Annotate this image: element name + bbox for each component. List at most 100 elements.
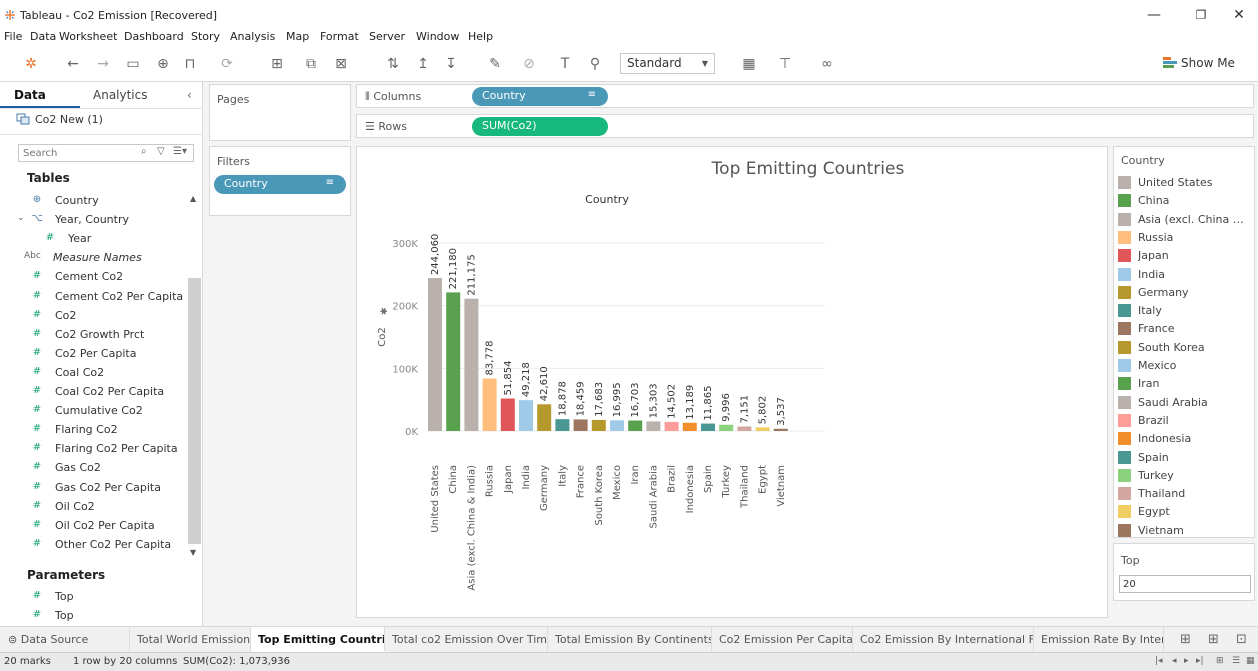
menu-map[interactable]: Map — [286, 30, 309, 43]
field-item[interactable]: # Other Co2 Per Capita — [0, 535, 200, 554]
legend-item[interactable]: Indonesia — [1118, 430, 1254, 448]
bar[interactable] — [719, 424, 734, 431]
legend-item[interactable]: Turkey — [1118, 467, 1254, 485]
bar[interactable] — [646, 421, 661, 431]
bar[interactable] — [428, 278, 442, 431]
legend-item[interactable]: Spain — [1118, 449, 1254, 467]
duplicate-sheet-icon[interactable]: ⧉ — [302, 56, 320, 72]
tabs-view-icon[interactable]: ☰ — [1232, 656, 1240, 666]
menu-data[interactable]: Data — [30, 30, 56, 43]
sort-descending-icon[interactable]: ↧ — [442, 56, 460, 72]
sheet-tab[interactable]: ⊜ Data Source — [0, 627, 130, 652]
fit-select[interactable]: Standard ▼ — [620, 53, 715, 74]
menu-help[interactable]: Help — [468, 30, 493, 43]
legend-item[interactable]: Germany — [1118, 284, 1254, 302]
top-parameter-input[interactable] — [1119, 575, 1251, 593]
legend-item[interactable]: Brazil — [1118, 412, 1254, 430]
tableau-home-icon[interactable]: ✲ — [22, 56, 40, 72]
show-me-button[interactable]: Show Me — [1163, 56, 1235, 70]
filter-pill-country[interactable]: Country ≡ — [214, 175, 346, 194]
menu-window[interactable]: Window — [416, 30, 459, 43]
field-item[interactable]: # Year — [0, 229, 200, 248]
new-worksheet-icon[interactable]: ⊞ — [268, 56, 286, 72]
bar[interactable] — [737, 426, 752, 431]
field-item[interactable]: ⊕ Country — [0, 191, 200, 210]
sheet-tab[interactable]: Total Emission By Continents — [548, 627, 712, 652]
legend-item[interactable]: Saudi Arabia — [1118, 394, 1254, 412]
legend-item[interactable]: United States — [1118, 174, 1254, 192]
field-item[interactable]: Abc Measure Names — [0, 248, 200, 267]
legend-item[interactable]: Mexico — [1118, 357, 1254, 375]
bar[interactable] — [573, 419, 588, 431]
menu-analysis[interactable]: Analysis — [230, 30, 275, 43]
tab-data[interactable]: Data — [14, 88, 46, 102]
group-icon[interactable]: ⊘ — [520, 56, 538, 72]
bar[interactable] — [682, 422, 697, 431]
menu-story[interactable]: Story — [191, 30, 220, 43]
bar[interactable] — [773, 428, 788, 431]
next-sheet-icon[interactable]: ▸ — [1184, 656, 1189, 666]
legend-item[interactable]: Egypt — [1118, 503, 1254, 521]
pause-updates-icon[interactable]: ⊓ — [181, 56, 199, 72]
redo-icon[interactable]: → — [94, 56, 112, 72]
bar[interactable] — [482, 378, 497, 431]
field-item[interactable]: # Coal Co2 — [0, 363, 200, 382]
menu-format[interactable]: Format — [320, 30, 359, 43]
sort-pin-icon[interactable]: ✱ — [380, 307, 390, 315]
pages-shelf[interactable]: Pages — [209, 84, 351, 141]
field-item[interactable]: # Co2 — [0, 306, 200, 325]
field-item[interactable]: # Cement Co2 — [0, 267, 200, 286]
bar[interactable] — [755, 427, 770, 431]
fix-axes-icon[interactable]: ⚲ — [586, 56, 604, 72]
undo-icon[interactable]: ← — [64, 56, 82, 72]
legend-item[interactable]: South Korea — [1118, 339, 1254, 357]
show-labels-icon[interactable]: T — [556, 56, 574, 72]
legend-item[interactable]: China — [1118, 192, 1254, 210]
menu-server[interactable]: Server — [369, 30, 405, 43]
clear-sheet-icon[interactable]: ⊠ — [332, 56, 350, 72]
filter-icon[interactable]: ▽ — [157, 146, 165, 157]
legend-item[interactable]: France — [1118, 320, 1254, 338]
sheet-tab[interactable]: Co2 Emission Per Capita — [712, 627, 853, 652]
new-datasource-icon[interactable]: ⊕ — [154, 56, 172, 72]
refresh-icon[interactable]: ⟳ — [218, 56, 236, 72]
collapse-pane-icon[interactable]: ‹ — [187, 88, 192, 102]
search-box[interactable]: ⌕ ▽ ☰▾ — [18, 144, 194, 162]
bar[interactable] — [701, 423, 715, 431]
sheet-tab[interactable]: Co2 Emission By International F... — [853, 627, 1034, 652]
legend-item[interactable]: Italy — [1118, 302, 1254, 320]
bar[interactable] — [519, 400, 533, 431]
field-item[interactable]: # Co2 Per Capita — [0, 344, 200, 363]
menu-worksheet[interactable]: Worksheet — [59, 30, 117, 43]
new-worksheet-tab-icon[interactable]: ⊞ — [1180, 632, 1191, 647]
bar[interactable] — [464, 298, 479, 431]
swap-rows-columns-icon[interactable]: ⇅ — [384, 56, 402, 72]
legend-item[interactable]: Vietnam — [1118, 522, 1254, 540]
bar[interactable] — [610, 420, 624, 431]
minimize-button[interactable]: — — [1140, 5, 1168, 25]
legend-item[interactable]: Asia (excl. China & In.. — [1118, 211, 1254, 229]
field-item[interactable]: # Flaring Co2 Per Capita — [0, 439, 200, 458]
last-sheet-icon[interactable]: ▸| — [1196, 656, 1204, 666]
sheet-tab[interactable]: Emission Rate By Intern — [1034, 627, 1164, 652]
rows-pill-sum-co2[interactable]: SUM(Co2) — [472, 117, 608, 136]
legend-item[interactable]: Thailand — [1118, 485, 1254, 503]
sort-ascending-icon[interactable]: ↥ — [414, 56, 432, 72]
expand-arrow-icon[interactable]: ⌄ — [17, 213, 25, 223]
rows-shelf[interactable]: ☰ Rows SUM(Co2) — [356, 114, 1254, 138]
field-item[interactable]: # Flaring Co2 — [0, 420, 200, 439]
grid-view-icon[interactable]: ▦ — [1246, 656, 1255, 666]
bar[interactable] — [591, 419, 606, 431]
search-icon[interactable]: ⌕ — [141, 146, 147, 157]
share-icon[interactable]: ∞ — [818, 56, 836, 72]
restore-button[interactable]: ❐ — [1187, 5, 1215, 25]
sheet-tab[interactable]: Top Emitting Countries — [251, 627, 385, 652]
highlight-icon[interactable]: ✎ — [486, 56, 504, 72]
parameter-item[interactable]: # Top — [0, 606, 200, 625]
columns-shelf[interactable]: ⦀ Columns Country ≡ — [356, 84, 1254, 108]
legend-item[interactable]: Iran — [1118, 375, 1254, 393]
new-dashboard-tab-icon[interactable]: ⊞ — [1208, 632, 1219, 647]
field-item[interactable]: # Gas Co2 Per Capita — [0, 478, 200, 497]
bar[interactable] — [500, 398, 515, 431]
field-item[interactable]: # Cumulative Co2 — [0, 401, 200, 420]
